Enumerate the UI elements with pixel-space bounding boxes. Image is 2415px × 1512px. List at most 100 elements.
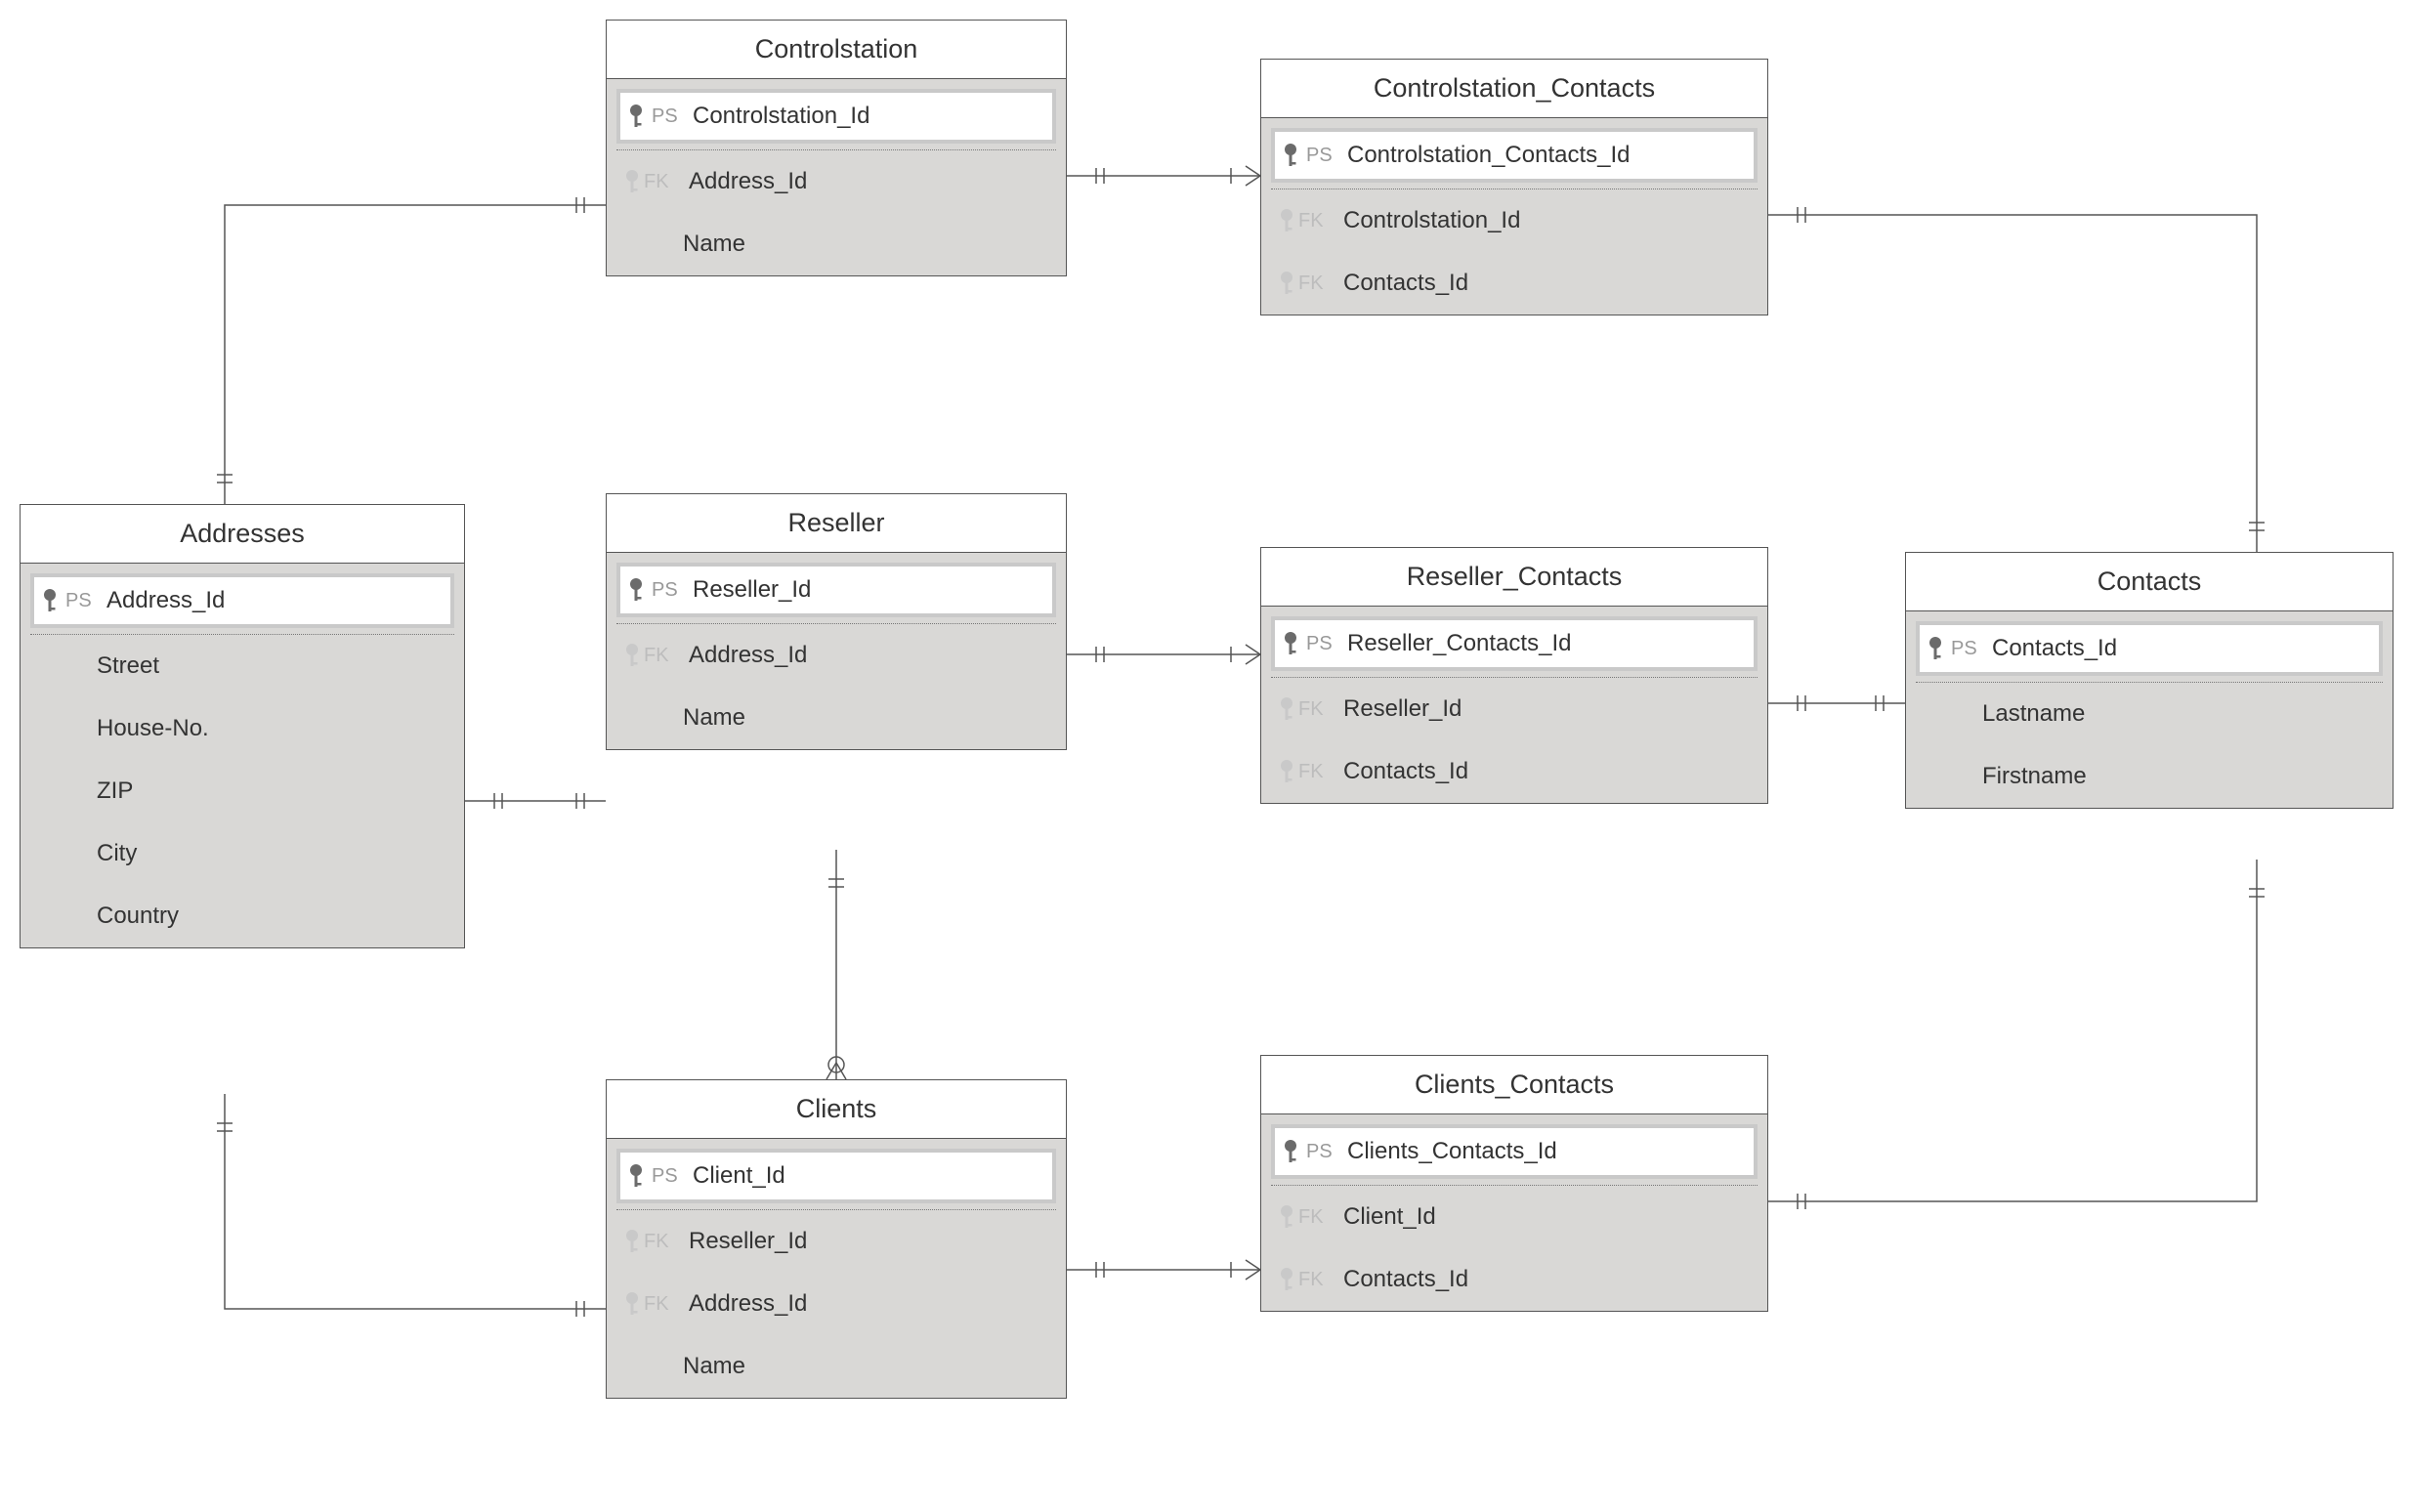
key-icon xyxy=(1277,271,1296,296)
field-name: Lastname xyxy=(1982,700,2085,728)
pk-row: PS Client_Id xyxy=(616,1149,1056,1203)
ps-label: PS xyxy=(1306,633,1334,655)
key-icon xyxy=(1281,143,1300,168)
ps-label: PS xyxy=(652,579,679,602)
pk-name: Address_Id xyxy=(106,587,225,614)
pk-row: PS Reseller_Contacts_Id xyxy=(1271,616,1758,671)
ps-label: PS xyxy=(652,1165,679,1188)
entity-title: Contacts xyxy=(1906,553,2393,611)
fk-row: FK Contacts_Id xyxy=(1261,252,1767,315)
entity-title: Addresses xyxy=(21,505,464,564)
ps-label: PS xyxy=(652,105,679,128)
fk-name: Address_Id xyxy=(689,1290,807,1318)
key-icon xyxy=(40,588,60,613)
pk-name: Contacts_Id xyxy=(1992,635,2117,662)
fk-label: FK xyxy=(644,171,675,193)
fk-label: FK xyxy=(1298,1269,1330,1291)
fk-name: Reseller_Id xyxy=(1343,695,1462,723)
pk-row: PS Reseller_Id xyxy=(616,563,1056,617)
field-row: Name xyxy=(607,687,1066,749)
fk-row: FK Contacts_Id xyxy=(1261,1248,1767,1311)
field-row: Country xyxy=(21,885,464,947)
key-icon xyxy=(622,1229,642,1254)
field-name: House-No. xyxy=(97,715,209,742)
pk-name: Controlstation_Id xyxy=(693,103,869,130)
fk-label: FK xyxy=(1298,761,1330,783)
field-name: Name xyxy=(683,704,745,732)
fk-name: Contacts_Id xyxy=(1343,758,1468,785)
entity-title: Clients xyxy=(607,1080,1066,1139)
key-icon xyxy=(1926,636,1945,661)
pk-name: Reseller_Contacts_Id xyxy=(1347,630,1571,657)
field-name: Firstname xyxy=(1982,763,2087,790)
key-icon xyxy=(1277,696,1296,722)
field-name: Name xyxy=(683,231,745,258)
fk-name: Address_Id xyxy=(689,642,807,669)
ps-label: PS xyxy=(65,590,93,612)
field-name: Street xyxy=(97,652,159,680)
fk-name: Contacts_Id xyxy=(1343,270,1468,297)
entity-clients: Clients PS Client_Id FK Reseller_Id FK A… xyxy=(606,1079,1067,1399)
field-row: Firstname xyxy=(1906,745,2393,808)
pk-name: Reseller_Id xyxy=(693,576,811,604)
entity-title: Clients_Contacts xyxy=(1261,1056,1767,1114)
key-icon xyxy=(1277,208,1296,233)
field-row: Lastname xyxy=(1906,683,2393,745)
key-icon xyxy=(626,1163,646,1189)
fk-row: FK Controlstation_Id xyxy=(1261,189,1767,252)
key-icon xyxy=(626,577,646,603)
pk-row: PS Address_Id xyxy=(30,573,454,628)
fk-row: FK Address_Id xyxy=(607,1273,1066,1335)
field-name: ZIP xyxy=(97,777,133,805)
entity-title: Controlstation_Contacts xyxy=(1261,60,1767,118)
fk-row: FK Contacts_Id xyxy=(1261,740,1767,803)
key-icon xyxy=(626,104,646,129)
entity-controlstation: Controlstation PS Controlstation_Id FK A… xyxy=(606,20,1067,276)
fk-row: FK Reseller_Id xyxy=(1261,678,1767,740)
pk-row: PS Controlstation_Contacts_Id xyxy=(1271,128,1758,183)
fk-name: Controlstation_Id xyxy=(1343,207,1520,234)
fk-label: FK xyxy=(644,1293,675,1316)
field-row: House-No. xyxy=(21,697,464,760)
key-icon xyxy=(1277,1204,1296,1230)
fk-name: Contacts_Id xyxy=(1343,1266,1468,1293)
entity-addresses: Addresses PS Address_Id Street House-No.… xyxy=(20,504,465,948)
entity-reseller: Reseller PS Reseller_Id FK Address_Id Na… xyxy=(606,493,1067,750)
entity-title: Controlstation xyxy=(607,21,1066,79)
pk-row: PS Controlstation_Id xyxy=(616,89,1056,144)
fk-row: FK Address_Id xyxy=(607,150,1066,213)
fk-label: FK xyxy=(1298,1206,1330,1229)
fk-name: Client_Id xyxy=(1343,1203,1436,1231)
entity-title: Reseller_Contacts xyxy=(1261,548,1767,607)
fk-label: FK xyxy=(1298,273,1330,295)
key-icon xyxy=(1277,759,1296,784)
key-icon xyxy=(1281,631,1300,656)
fk-label: FK xyxy=(644,645,675,667)
entity-contacts: Contacts PS Contacts_Id Lastname Firstna… xyxy=(1905,552,2394,809)
ps-label: PS xyxy=(1306,145,1334,167)
key-icon xyxy=(1277,1267,1296,1292)
fk-row: FK Address_Id xyxy=(607,624,1066,687)
fk-label: FK xyxy=(644,1231,675,1253)
field-row: City xyxy=(21,822,464,885)
pk-name: Clients_Contacts_Id xyxy=(1347,1138,1557,1165)
key-icon xyxy=(622,169,642,194)
field-name: Country xyxy=(97,903,179,930)
fk-label: FK xyxy=(1298,210,1330,232)
field-name: City xyxy=(97,840,137,867)
entity-title: Reseller xyxy=(607,494,1066,553)
fk-name: Reseller_Id xyxy=(689,1228,807,1255)
pk-row: PS Contacts_Id xyxy=(1916,621,2383,676)
entity-reseller-contacts: Reseller_Contacts PS Reseller_Contacts_I… xyxy=(1260,547,1768,804)
field-row: Name xyxy=(607,1335,1066,1398)
fk-row: FK Client_Id xyxy=(1261,1186,1767,1248)
key-icon xyxy=(1281,1139,1300,1164)
field-row: Name xyxy=(607,213,1066,275)
pk-name: Client_Id xyxy=(693,1162,785,1190)
pk-row: PS Clients_Contacts_Id xyxy=(1271,1124,1758,1179)
key-icon xyxy=(622,1291,642,1317)
field-row: Street xyxy=(21,635,464,697)
field-name: Name xyxy=(683,1353,745,1380)
fk-name: Address_Id xyxy=(689,168,807,195)
field-row: ZIP xyxy=(21,760,464,822)
